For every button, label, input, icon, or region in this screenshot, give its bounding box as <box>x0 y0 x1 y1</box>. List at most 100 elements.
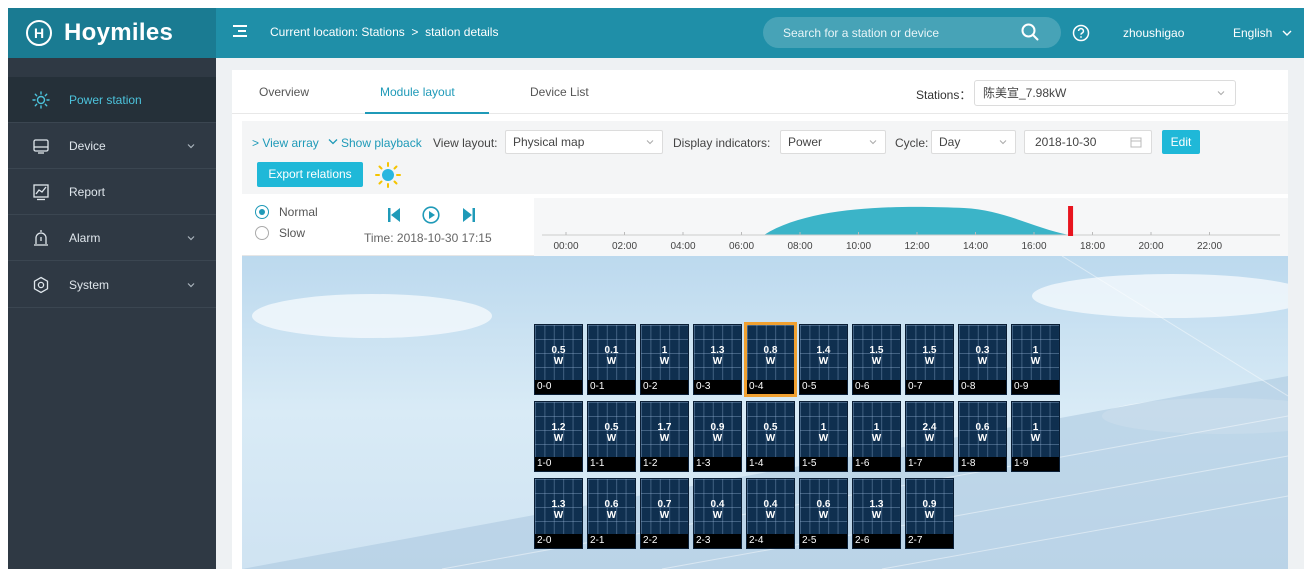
module-power: 1W <box>1012 345 1059 367</box>
timeline-tick-label: 10:00 <box>846 241 871 252</box>
module-power: 0.8 W <box>747 345 794 367</box>
normal-radio[interactable] <box>255 205 269 219</box>
module-power-unit: W <box>553 356 564 367</box>
menu-toggle-icon[interactable] <box>233 25 247 39</box>
solar-module[interactable]: 1.5 W 0-7 <box>905 324 954 395</box>
module-id: 1-0 <box>535 457 582 471</box>
chevron-down-icon <box>1282 30 1292 36</box>
logo-mark: H <box>26 20 52 46</box>
date-picker[interactable]: 2018-10-30 <box>1024 130 1152 154</box>
slow-radio[interactable] <box>255 226 269 240</box>
solar-module[interactable]: 1.4 W 0-5 <box>799 324 848 395</box>
solar-module[interactable]: 0.5 W 1-1 <box>587 401 636 472</box>
cycle-select[interactable]: Day <box>931 130 1016 154</box>
solar-module[interactable]: 0.6 W 2-1 <box>587 478 636 549</box>
play-icon[interactable] <box>422 206 440 224</box>
module-power-unit: W <box>606 510 617 521</box>
chevron-down-icon <box>999 140 1007 145</box>
timeline[interactable]: 00:00 02:00 04:00 06:00 08:00 10:00 12:00 14:00… <box>534 198 1288 256</box>
module-power-unit: W <box>553 510 564 521</box>
module-power: 0.4 W <box>694 499 741 521</box>
export-relations-button[interactable]: Export relations <box>257 162 363 187</box>
username[interactable]: zhoushigao <box>1123 26 1184 40</box>
module-id: 0-1 <box>588 380 635 394</box>
chevron-down-icon <box>187 143 195 148</box>
solar-module[interactable]: 0.4 W 2-4 <box>746 478 795 549</box>
logo[interactable]: H Hoymiles <box>8 8 216 58</box>
edit-button[interactable]: Edit <box>1162 130 1200 154</box>
solar-module[interactable]: 1.3 W 2-0 <box>534 478 583 549</box>
module-power-value: 0.9 <box>710 422 725 433</box>
solar-module[interactable]: 0.6 W 1-8 <box>958 401 1007 472</box>
solar-module[interactable]: 1 W 1-9 <box>1011 401 1060 472</box>
breadcrumb: Current location: Stations > station det… <box>270 25 499 39</box>
main-content: Overview Module layout Device List Stati… <box>216 58 1304 569</box>
search-icon[interactable] <box>1021 23 1039 41</box>
sidebar-item-report[interactable]: Report <box>8 169 216 215</box>
solar-module[interactable]: 0.6 W 2-5 <box>799 478 848 549</box>
sidebar-item-power-station[interactable]: Power station <box>8 77 216 123</box>
module-power-value: 1.2 <box>551 422 566 433</box>
solar-module[interactable]: 2.4 W 1-7 <box>905 401 954 472</box>
module-power-value: 1 <box>661 345 668 356</box>
generation-curve <box>764 206 1069 235</box>
view-array-link[interactable]: > View array <box>252 136 319 150</box>
station-select[interactable]: 陈美宣_7.98kW <box>974 80 1236 106</box>
normal-speed-option[interactable]: Normal <box>255 205 318 219</box>
station-panel: Overview Module layout Device List Stati… <box>232 70 1288 569</box>
sidebar-item-device[interactable]: Device <box>8 123 216 169</box>
tab-bar: Overview Module layout Device List Stati… <box>232 70 1288 114</box>
slow-label: Slow <box>279 226 306 240</box>
solar-module[interactable]: 1.2 W 1-0 <box>534 401 583 472</box>
solar-module[interactable]: 0.5 W 1-4 <box>746 401 795 472</box>
module-power: 1.7 W <box>641 422 688 444</box>
solar-module[interactable]: 0.7 W 2-2 <box>640 478 689 549</box>
solar-module[interactable]: 0.1 W 0-1 <box>587 324 636 395</box>
tab-module-layout[interactable]: Module layout <box>380 85 455 99</box>
solar-module[interactable]: 0.8 W 0-4 <box>744 322 797 397</box>
module-id: 0-3 <box>694 380 741 394</box>
tab-device-list[interactable]: Device List <box>530 85 589 99</box>
module-power-unit: W <box>924 356 935 367</box>
help-icon[interactable] <box>1072 24 1090 42</box>
solar-module[interactable]: 1.3 W 0-3 <box>693 324 742 395</box>
solar-module[interactable]: 1 W 0-2 <box>640 324 689 395</box>
module-layout-canvas: 0.5 W 0-0 0.1 W 0-1 1 W 0-2 1.3 W 0-3 0.8 W 0-4 1.4 W 0-5… <box>242 256 1288 569</box>
solar-module[interactable]: 1.3 W 2-6 <box>852 478 901 549</box>
solar-module[interactable]: 0.5 W 0-0 <box>534 324 583 395</box>
solar-module[interactable]: 0.3 W 0-8 <box>958 324 1007 395</box>
module-power-value: 1.3 <box>710 345 725 356</box>
solar-module[interactable]: 0.9 W 1-3 <box>693 401 742 472</box>
skip-forward-icon[interactable] <box>460 206 478 224</box>
calendar-icon <box>1130 137 1142 148</box>
module-id: 0-5 <box>800 380 847 394</box>
solar-module[interactable]: 1 W 0-9 <box>1011 324 1060 395</box>
sidebar-item-system[interactable]: System <box>8 262 216 308</box>
solar-module[interactable]: 0.9 W 2-7 <box>905 478 954 549</box>
solar-module[interactable]: 1.5 W 0-6 <box>852 324 901 395</box>
current-time-marker[interactable] <box>1068 206 1074 236</box>
module-power: 1W <box>800 422 847 444</box>
sidebar-item-alarm[interactable]: Alarm <box>8 215 216 261</box>
sidebar-item-label: Report <box>69 184 106 199</box>
language-selector[interactable]: English <box>1233 26 1292 40</box>
skip-back-icon[interactable] <box>385 206 403 224</box>
alarm-icon <box>34 229 48 246</box>
module-id: 0-2 <box>641 380 688 394</box>
module-power-unit: W <box>606 433 617 444</box>
solar-module[interactable]: 1.7 W 1-2 <box>640 401 689 472</box>
display-indicators-select[interactable]: Power <box>780 130 886 154</box>
slow-speed-option[interactable]: Slow <box>255 226 305 240</box>
module-power: 1.5 W <box>853 345 900 367</box>
show-playback-link[interactable]: Show playback <box>341 136 422 150</box>
tab-overview[interactable]: Overview <box>259 85 309 99</box>
module-power-unit: W <box>553 433 564 444</box>
search-input[interactable] <box>783 17 1013 48</box>
solar-module[interactable]: 1 W 1-5 <box>799 401 848 472</box>
solar-module[interactable]: 1 W 1-6 <box>852 401 901 472</box>
module-power: 0.9 W <box>694 422 741 444</box>
view-layout-select[interactable]: Physical map <box>505 130 663 154</box>
normal-label: Normal <box>279 205 318 219</box>
module-power: 1W <box>641 345 688 367</box>
solar-module[interactable]: 0.4 W 2-3 <box>693 478 742 549</box>
